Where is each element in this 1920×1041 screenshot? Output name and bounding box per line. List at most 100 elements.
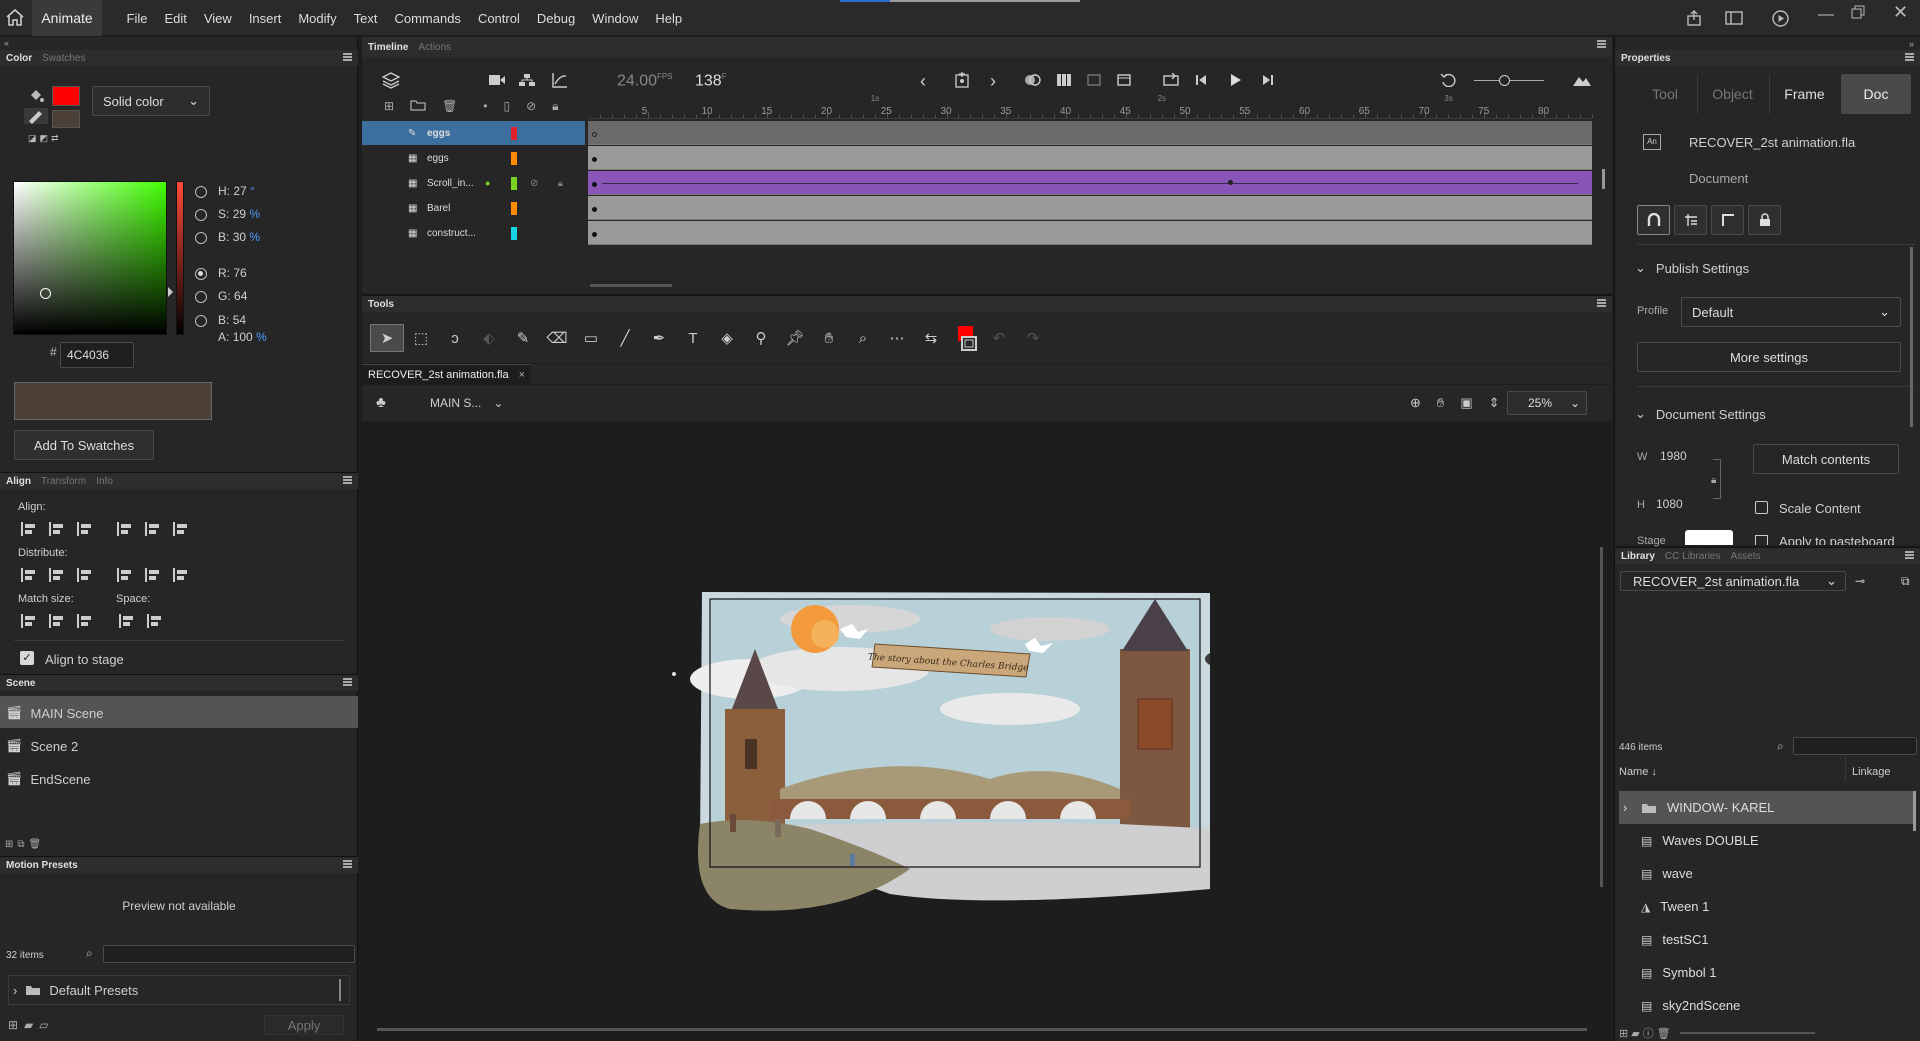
swap-colors-tool-icon[interactable]: ⇆ [914, 324, 948, 352]
text-tool-icon[interactable]: T [676, 324, 710, 352]
pin-icon[interactable]: ⊸ [1855, 574, 1865, 588]
collapse-icon[interactable]: « [4, 38, 9, 48]
stroke-fill-tool-icon[interactable] [948, 324, 982, 352]
layer-frames[interactable] [588, 146, 1592, 170]
lock-icon[interactable]: 🔒︎ [552, 99, 558, 114]
menu-item-view[interactable]: View [195, 11, 240, 26]
reset-icon[interactable] [1440, 73, 1458, 87]
scene-actions-icons[interactable]: ⊞⧉🗑︎ [5, 839, 45, 850]
menu-item-text[interactable]: Text [345, 11, 386, 26]
tab-align[interactable]: Align [6, 476, 31, 487]
library-item[interactable]: ◮ Tween 1 [1619, 890, 1914, 923]
stage-area[interactable]: The story about the Charles Bridge [362, 421, 1612, 1041]
graph-icon[interactable] [552, 72, 568, 88]
library-search-input[interactable] [1793, 737, 1917, 755]
menu-item-file[interactable]: File [118, 11, 156, 26]
publish-settings-section[interactable]: ⌄ Publish Settings [1635, 260, 1749, 276]
layer-frames[interactable] [588, 121, 1592, 145]
poly-lasso-tool-icon[interactable]: ⬖ [472, 324, 506, 352]
timeline-layer[interactable]: ✎ eggs [362, 121, 585, 145]
pen-tool-icon[interactable]: ✒ [642, 324, 676, 352]
stage-vscroll[interactable] [1600, 547, 1603, 887]
lasso-tool-icon[interactable]: ↄ [438, 324, 472, 352]
fit-mountains-icon[interactable] [1572, 73, 1592, 87]
slider-arrow-icon[interactable] [168, 287, 173, 297]
align-to-stage-checkbox[interactable]: ✓ [20, 651, 34, 665]
align-3-icon[interactable] [76, 521, 94, 537]
align-4-icon[interactable] [116, 521, 134, 537]
hue-slider[interactable] [176, 181, 184, 335]
tab-tool[interactable]: Tool [1635, 74, 1695, 114]
radio-g[interactable] [195, 291, 207, 303]
scene-icon[interactable]: ♣ [376, 394, 386, 411]
radio-r[interactable] [195, 268, 207, 280]
lock-ratio-icon[interactable]: 🔒︎ [1711, 475, 1716, 486]
camera-icon[interactable] [488, 73, 506, 87]
distribute-3-icon[interactable] [76, 567, 94, 583]
play-icon[interactable] [1228, 73, 1242, 87]
scale-stepper-icon[interactable]: ⇕ [1489, 395, 1500, 411]
stroke-pencil-icon[interactable] [24, 108, 48, 124]
restore-icon[interactable] [1851, 5, 1865, 19]
swap-colors-icons[interactable]: ◪◩⇄ [28, 133, 62, 144]
timeline-layer[interactable]: ▦ Scroll_in... ● ⊘ 🔒︎ [362, 171, 585, 195]
b-value[interactable]: 30 [233, 230, 246, 244]
align-1-icon[interactable] [20, 521, 38, 537]
radio-s[interactable] [195, 209, 207, 221]
scene-item-2[interactable]: 🎬︎ Scene 2 [6, 738, 78, 754]
profile-dropdown[interactable]: Default ⌄ [1681, 297, 1901, 327]
fill-color-swatch[interactable] [52, 86, 80, 106]
insert-frame-icon[interactable] [1116, 73, 1132, 87]
prev-keyframe-icon[interactable]: ‹ [920, 71, 926, 92]
tab-assets[interactable]: Assets [1730, 551, 1760, 562]
insert-keyframe-icon[interactable] [954, 71, 972, 89]
apply-pasteboard-checkbox[interactable] [1755, 535, 1768, 545]
new-layer-icon[interactable]: ⊞ [384, 99, 394, 114]
snap-guides-icon[interactable] [1711, 205, 1744, 235]
distribute-1-icon[interactable] [20, 567, 38, 583]
center-stage-icon[interactable]: ⊕ [1410, 395, 1421, 411]
g-value[interactable]: 64 [234, 289, 247, 303]
hex-input[interactable]: 4C4036 [60, 342, 134, 368]
visibility-icon[interactable]: ⊘ [526, 99, 536, 114]
home-icon[interactable] [6, 9, 24, 26]
hidden-icon[interactable]: ⊘ [530, 178, 538, 189]
close-icon[interactable]: ✕ [1893, 2, 1908, 23]
layer-frames[interactable] [588, 196, 1592, 220]
layers-icon[interactable] [382, 71, 400, 89]
scale-content-checkbox[interactable] [1755, 501, 1768, 514]
rotate-stage-icon[interactable]: ✋︎ [1437, 395, 1444, 411]
menu-item-window[interactable]: Window [584, 11, 647, 26]
library-actions-icons[interactable]: ⊞▰ⓘ🗑︎ [1619, 1025, 1674, 1041]
r-value[interactable]: 76 [233, 266, 246, 280]
panel-menu-icon[interactable] [343, 53, 352, 61]
scrollbar[interactable] [339, 979, 341, 1001]
match-size-2-icon[interactable] [48, 613, 66, 629]
align-5-icon[interactable] [144, 521, 162, 537]
pin-tool-icon[interactable]: 📌︎ [778, 324, 812, 352]
document-settings-section[interactable]: ⌄ Document Settings [1635, 406, 1766, 422]
redo-tool-icon[interactable]: ↷ [1016, 324, 1050, 352]
onion-skin-icon[interactable] [1024, 73, 1042, 87]
match-contents-button[interactable]: Match contents [1753, 444, 1899, 474]
panel-menu-icon[interactable] [343, 476, 352, 484]
tab-object[interactable]: Object [1697, 74, 1767, 114]
tab-library[interactable]: Library [1621, 551, 1655, 562]
color-picker-field[interactable] [13, 181, 167, 335]
radio-b2[interactable] [195, 315, 207, 327]
tab-info[interactable]: Info [96, 476, 113, 487]
panel-menu-icon[interactable] [1905, 53, 1914, 61]
timeline-layer[interactable]: ▦ construct... [362, 221, 585, 245]
stage-hscroll[interactable] [377, 1028, 1587, 1031]
align-2-icon[interactable] [48, 521, 66, 537]
column-linkage-header[interactable]: Linkage [1852, 766, 1891, 778]
layer-frames[interactable] [588, 221, 1592, 245]
panel-menu-icon[interactable] [1905, 551, 1914, 559]
width-value[interactable]: 1980 [1660, 449, 1687, 463]
layer-color-chip[interactable] [511, 126, 517, 140]
presets-actions-icons[interactable]: ⊞▰▱ [8, 1018, 55, 1032]
eyedropper-tool-icon[interactable]: ⚲ [744, 324, 778, 352]
clip-content-icon[interactable]: ▣ [1460, 395, 1472, 411]
align-6-icon[interactable] [172, 521, 190, 537]
line-tool-icon[interactable]: ╱ [608, 324, 642, 352]
